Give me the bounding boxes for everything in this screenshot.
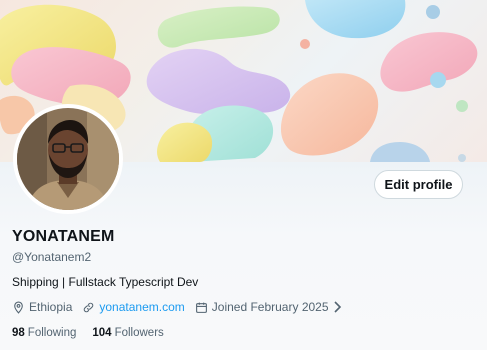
user-handle: @Yonatanem2 (12, 250, 92, 264)
followers-count: 104 (92, 327, 112, 339)
location: Ethiopia (12, 300, 72, 314)
display-name: YONATANEM (12, 228, 115, 245)
profile-header: Edit profile YONATANEM @Yonatanem2 Shipp… (0, 0, 487, 350)
website: yonatanem.com (82, 300, 185, 314)
link-icon (84, 302, 94, 312)
chevron-right-icon[interactable] (333, 301, 346, 313)
edit-profile-button[interactable]: Edit profile (374, 170, 463, 199)
location-text: Ethiopia (29, 300, 73, 314)
following-link[interactable]: 98 Following (12, 327, 76, 339)
join-date: Joined February 2025 (195, 300, 346, 314)
website-link[interactable]: yonatanem.com (99, 300, 184, 314)
location-pin-icon (14, 301, 23, 314)
following-count: 98 (12, 327, 25, 339)
follow-stats: 98 Following 104 Followers (12, 327, 180, 339)
avatar-photo (17, 108, 119, 210)
calendar-icon (195, 302, 207, 313)
following-label: Following (27, 327, 77, 339)
avatar[interactable] (13, 104, 123, 214)
bio: Shipping | Fullstack Typescript Dev (12, 275, 199, 289)
followers-label: Followers (114, 327, 164, 339)
join-date-text[interactable]: Joined February 2025 (212, 300, 329, 314)
followers-link[interactable]: 104 Followers (92, 327, 163, 339)
profile-meta: Ethiopia yonatanem.com Joined February 2… (12, 300, 356, 314)
